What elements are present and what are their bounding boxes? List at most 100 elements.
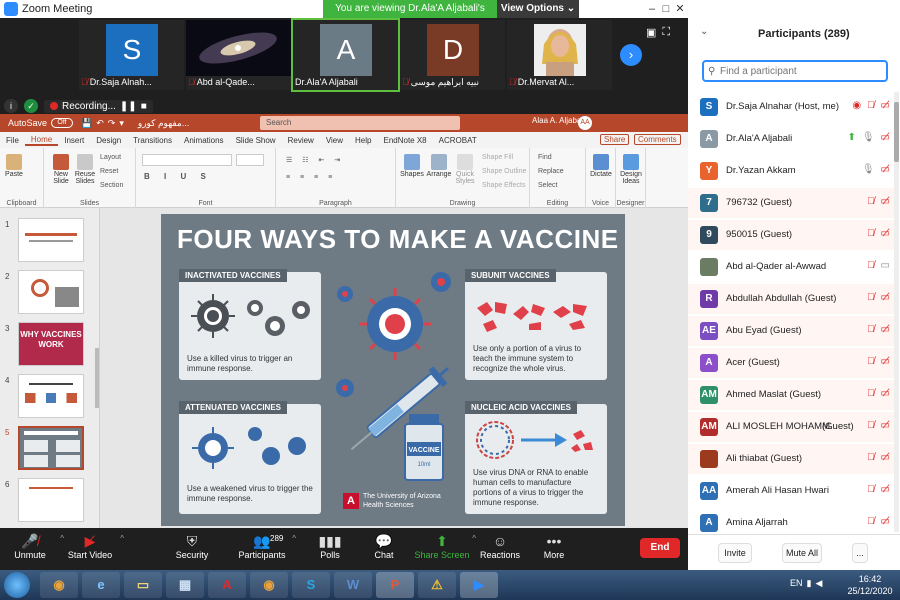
shape-fill-button[interactable]: Shape Fill bbox=[482, 154, 513, 161]
ppt-share-button[interactable]: Share bbox=[600, 134, 630, 145]
current-slide[interactable]: FOUR WAYS TO MAKE A VACCINE INACTIVATED … bbox=[161, 214, 625, 526]
volume-icon[interactable]: ◀ bbox=[815, 578, 822, 589]
participant-row[interactable]: S Dr.Saja Alnahar (Host, me) ◉ 🎙̸ ▭̸ bbox=[688, 92, 894, 122]
stop-recording-icon[interactable]: ■ bbox=[141, 101, 147, 112]
reuse-slides-button[interactable]: Reuse Slides bbox=[74, 154, 96, 185]
chevron-down-icon[interactable]: ⌄ bbox=[700, 26, 708, 37]
video-tile-active-speaker[interactable]: A Dr.Ala'A Aljabali bbox=[291, 18, 400, 92]
list-buttons[interactable]: ☰ ☷ ⇤ ⇥ bbox=[286, 156, 344, 164]
end-meeting-button[interactable]: End bbox=[640, 538, 680, 558]
pause-recording-icon[interactable]: ❚❚ bbox=[120, 101, 137, 112]
participant-row[interactable]: AM Ahmed Maslat (Guest) 🎙̸ ▭̸ bbox=[688, 380, 894, 410]
chrome-icon[interactable]: ◉ bbox=[40, 572, 78, 598]
participant-row[interactable]: Y Dr.Yazan Akkam 🎙 ▭̸ bbox=[688, 156, 894, 186]
minimize-icon[interactable]: – bbox=[645, 0, 659, 18]
font-size-field[interactable] bbox=[236, 154, 264, 166]
tab-acrobat[interactable]: ACROBAT bbox=[433, 136, 483, 145]
font-name-field[interactable] bbox=[142, 154, 232, 166]
video-tile[interactable]: D 🎙̸ نبيه ابراهيم موسى bbox=[400, 20, 505, 90]
tab-home[interactable]: Home bbox=[24, 135, 59, 146]
slide-thumbnail-3[interactable]: 3 WHY VACCINES WORK bbox=[0, 322, 99, 372]
slide-thumbnail-5-selected[interactable]: 5 bbox=[0, 426, 99, 476]
video-tile[interactable]: 🎙̸ Abd al-Qade... bbox=[186, 20, 291, 90]
chat-button[interactable]: 💬 Chat bbox=[354, 532, 414, 560]
find-button[interactable]: Find bbox=[538, 154, 552, 161]
security-button[interactable]: ⛨ Security bbox=[162, 532, 222, 560]
quick-access-icons[interactable]: 💾↶↷▾ bbox=[81, 118, 128, 129]
participant-search-input[interactable] bbox=[720, 65, 880, 77]
language-indicator[interactable]: EN bbox=[790, 578, 803, 589]
select-button[interactable]: Select bbox=[538, 182, 557, 189]
tab-insert[interactable]: Insert bbox=[58, 136, 90, 145]
zoom-icon[interactable]: ▶ bbox=[460, 572, 498, 598]
taskbar-clock[interactable]: 16:42 25/12/2020 bbox=[842, 573, 898, 597]
word-icon[interactable]: W bbox=[334, 572, 372, 598]
align-buttons[interactable]: ≡ ≡ ≡ ≡ bbox=[286, 174, 336, 181]
invite-button[interactable]: Invite bbox=[718, 543, 752, 563]
tab-slide-show[interactable]: Slide Show bbox=[230, 136, 282, 145]
new-slide-button[interactable]: New Slide bbox=[50, 154, 72, 185]
more-button[interactable]: ••• More bbox=[524, 532, 584, 560]
chrome-icon[interactable]: ◉ bbox=[250, 572, 288, 598]
participant-search[interactable]: ⚲ bbox=[702, 60, 888, 82]
tab-endnote[interactable]: EndNote X8 bbox=[377, 136, 432, 145]
fullscreen-icon[interactable]: ⛶ bbox=[662, 26, 670, 39]
participants-button[interactable]: 👥 289 Participants ^ bbox=[232, 532, 296, 560]
video-tile[interactable]: 🎙̸ Dr.Mervat Al... bbox=[507, 20, 612, 90]
participant-row[interactable]: AE Abu Eyad (Guest) 🎙̸ ▭̸ bbox=[688, 316, 894, 346]
start-video-button[interactable]: ▶̸ Start Video ^ bbox=[60, 532, 124, 560]
maximize-icon[interactable]: □ bbox=[659, 0, 673, 18]
tab-transitions[interactable]: Transitions bbox=[127, 136, 178, 145]
participant-row[interactable]: AA Amerah Ali Hasan Hwari 🎙̸ ▭̸ bbox=[688, 476, 894, 506]
share-screen-button[interactable]: ⬆ Share Screen ^ bbox=[412, 532, 476, 560]
powerpoint-icon[interactable]: P bbox=[376, 572, 414, 598]
mute-all-button[interactable]: Mute All bbox=[782, 543, 822, 563]
tab-help[interactable]: Help bbox=[349, 136, 377, 145]
skype-icon[interactable]: S bbox=[292, 572, 330, 598]
security-shield-icon[interactable]: ✓ bbox=[24, 99, 38, 113]
thumbnail-scrollbar[interactable] bbox=[95, 348, 99, 408]
layout-button[interactable]: Layout bbox=[100, 154, 121, 161]
video-tile[interactable]: S 🎙̸ Dr.Saja Alnah... bbox=[79, 20, 184, 90]
dictate-button[interactable]: Dictate bbox=[590, 154, 612, 178]
participant-row[interactable]: A Amina Aljarrah 🎙̸ ▭̸ bbox=[688, 508, 894, 532]
slide-thumbnail-4[interactable]: 4 bbox=[0, 374, 99, 424]
font-format-buttons[interactable]: B I U S bbox=[144, 172, 212, 181]
network-icon[interactable]: ▮ bbox=[807, 578, 812, 589]
paste-button[interactable]: Paste bbox=[4, 154, 24, 178]
reactions-button[interactable]: ☺ Reactions bbox=[470, 532, 530, 560]
acrobat-icon[interactable]: A bbox=[208, 572, 246, 598]
tab-view[interactable]: View bbox=[320, 136, 349, 145]
internet-explorer-icon[interactable]: e bbox=[82, 572, 120, 598]
unmute-button[interactable]: 🎤̸ Unmute ^ bbox=[0, 532, 64, 560]
more-options-button[interactable]: ... bbox=[852, 543, 868, 563]
minimize-strip-icon[interactable]: ▣ bbox=[646, 26, 656, 39]
participant-row[interactable]: Ali thiabat (Guest) 🎙̸ ▭̸ bbox=[688, 444, 894, 474]
calculator-icon[interactable]: ▦ bbox=[166, 572, 204, 598]
slide-thumbnail-1[interactable]: 1 bbox=[0, 218, 99, 268]
tab-file[interactable]: File bbox=[0, 136, 25, 145]
polls-button[interactable]: ▮▮▮ Polls bbox=[300, 532, 360, 560]
participants-scrollbar[interactable] bbox=[894, 92, 899, 532]
next-page-arrow-icon[interactable]: › bbox=[620, 44, 642, 66]
shape-outline-button[interactable]: Shape Outline bbox=[482, 168, 526, 175]
caret-up-icon[interactable]: ^ bbox=[120, 534, 124, 543]
ppt-comments-button[interactable]: Comments bbox=[634, 134, 681, 145]
quick-styles-button[interactable]: Quick Styles bbox=[452, 154, 478, 185]
participant-row[interactable]: AM ALI MOSLEH MOHAMM... (Guest) 🎙̸ ▭̸ bbox=[688, 412, 894, 442]
tab-animations[interactable]: Animations bbox=[178, 136, 230, 145]
participant-row[interactable]: A Dr.Ala'A Aljabali ⬆ 🎙 ▭̸ bbox=[688, 124, 894, 154]
windows-start-button[interactable] bbox=[4, 572, 30, 598]
file-explorer-icon[interactable]: ▭ bbox=[124, 572, 162, 598]
tab-review[interactable]: Review bbox=[282, 136, 320, 145]
participant-row[interactable]: 7 796732 (Guest) 🎙̸ ▭̸ bbox=[688, 188, 894, 218]
reset-button[interactable]: Reset bbox=[100, 168, 118, 175]
participant-row[interactable]: Abd al-Qader al-Awwad 🎙̸ ▭ bbox=[688, 252, 894, 282]
replace-button[interactable]: Replace bbox=[538, 168, 564, 175]
warning-icon[interactable]: ⚠ bbox=[418, 572, 456, 598]
caret-up-icon[interactable]: ^ bbox=[292, 534, 296, 543]
design-ideas-button[interactable]: Design Ideas bbox=[619, 154, 643, 185]
participant-row[interactable]: R Abdullah Abdullah (Guest) 🎙̸ ▭̸ bbox=[688, 284, 894, 314]
tab-design[interactable]: Design bbox=[90, 136, 127, 145]
slide-thumbnail-2[interactable]: 2 bbox=[0, 270, 99, 320]
